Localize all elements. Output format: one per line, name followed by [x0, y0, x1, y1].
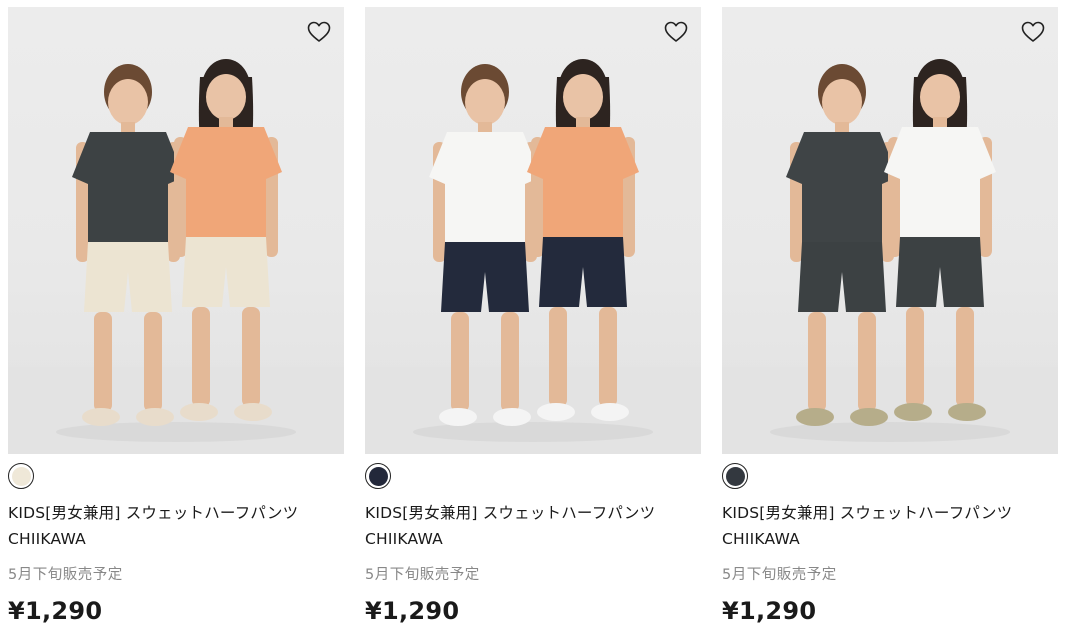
product-image[interactable] — [722, 7, 1058, 454]
product-grid: KIDS[男女兼用] スウェットハーフパンツ CHIIKAWA 5月下旬販売予定… — [0, 0, 1065, 634]
color-swatch-dot — [725, 466, 745, 486]
product-name[interactable]: KIDS[男女兼用] スウェットハーフパンツ CHIIKAWA — [722, 500, 1058, 552]
product-name-line1: KIDS[男女兼用] スウェットハーフパンツ — [8, 504, 299, 522]
color-swatch-dot — [11, 466, 31, 486]
color-swatch[interactable] — [365, 463, 391, 489]
product-card[interactable]: KIDS[男女兼用] スウェットハーフパンツ CHIIKAWA 5月下旬販売予定… — [722, 7, 1058, 634]
release-status: 5月下旬販売予定 — [365, 567, 480, 583]
product-price: ¥1,290 — [722, 597, 817, 625]
product-card[interactable]: KIDS[男女兼用] スウェットハーフパンツ CHIIKAWA 5月下旬販売予定… — [365, 7, 701, 634]
product-name[interactable]: KIDS[男女兼用] スウェットハーフパンツ CHIIKAWA — [365, 500, 701, 552]
product-price: ¥1,290 — [365, 597, 460, 625]
release-status: 5月下旬販売予定 — [8, 567, 123, 583]
heart-icon[interactable] — [1020, 19, 1046, 45]
heart-icon[interactable] — [306, 19, 332, 45]
product-name-line2: CHIIKAWA — [365, 530, 443, 548]
product-name-line2: CHIIKAWA — [8, 530, 86, 548]
color-swatch[interactable] — [722, 463, 748, 489]
heart-icon[interactable] — [663, 19, 689, 45]
product-name-line1: KIDS[男女兼用] スウェットハーフパンツ — [722, 504, 1013, 522]
product-card[interactable]: KIDS[男女兼用] スウェットハーフパンツ CHIIKAWA 5月下旬販売予定… — [8, 7, 344, 634]
color-swatch[interactable] — [8, 463, 34, 489]
kids-figures — [8, 59, 344, 454]
kids-figures — [365, 59, 701, 454]
kids-figures — [722, 59, 1058, 454]
product-name[interactable]: KIDS[男女兼用] スウェットハーフパンツ CHIIKAWA — [8, 500, 344, 552]
product-name-line2: CHIIKAWA — [722, 530, 800, 548]
product-name-line1: KIDS[男女兼用] スウェットハーフパンツ — [365, 504, 656, 522]
release-status: 5月下旬販売予定 — [722, 567, 837, 583]
product-image[interactable] — [8, 7, 344, 454]
product-price: ¥1,290 — [8, 597, 103, 625]
product-image[interactable] — [365, 7, 701, 454]
color-swatch-dot — [368, 466, 388, 486]
